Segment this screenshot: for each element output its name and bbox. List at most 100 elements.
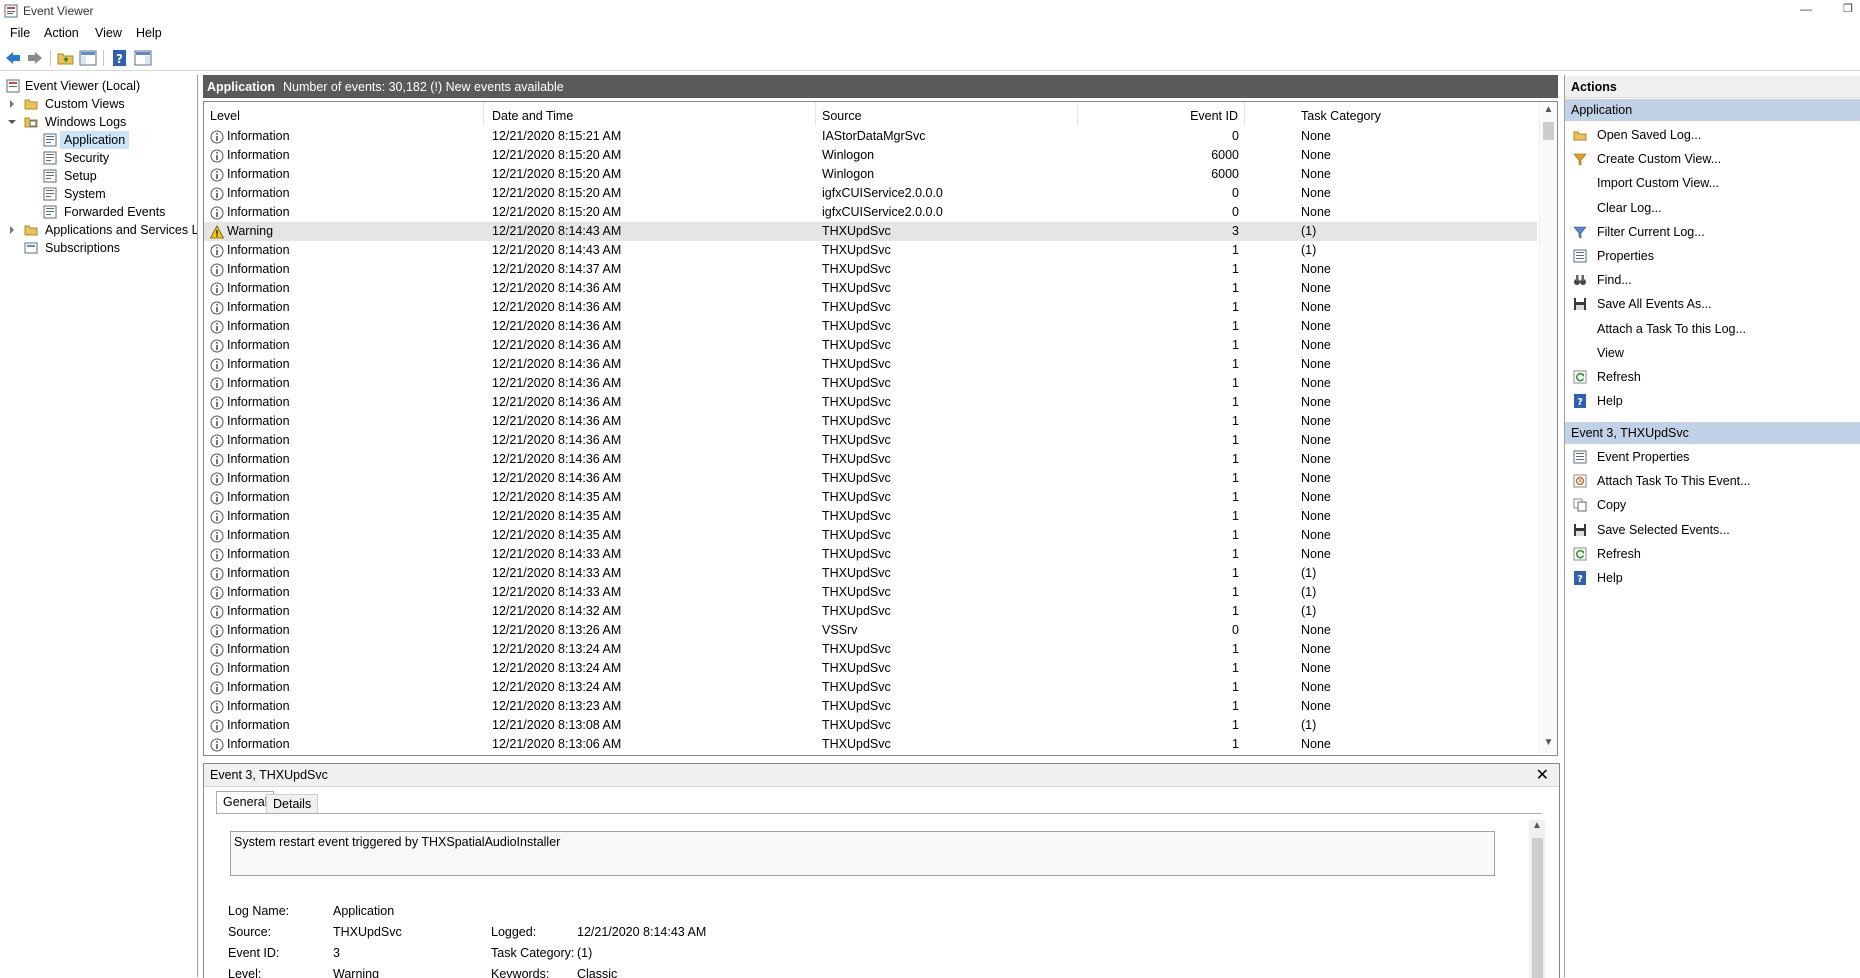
tree-item-security[interactable]: Security [0,149,197,167]
close-icon[interactable]: ✕ [1536,765,1549,785]
menu-view[interactable]: View [95,26,122,40]
tree-item-windows-logs[interactable]: Windows Logs [0,113,197,131]
restore-button[interactable]: ❐ [1838,2,1858,20]
action-view[interactable]: View [1565,343,1860,363]
scroll-down-icon[interactable]: ▼ [1542,737,1555,751]
action-create-custom-view[interactable]: Create Custom View... [1565,149,1860,169]
event-row[interactable]: Information 12/21/2020 8:14:37 AM THXUpdSv… [204,260,1537,279]
help-icon[interactable]: ? [111,49,129,67]
action-copy[interactable]: Copy [1565,495,1860,515]
back-arrow-icon[interactable] [4,49,22,67]
event-row[interactable]: Information 12/21/2020 8:13:08 AM THXUpdSv… [204,716,1537,735]
column-level[interactable]: Level [204,102,484,126]
action-attach-a-task-to-this-log[interactable]: Attach a Task To this Log... [1565,319,1860,339]
event-row[interactable]: Information 12/21/2020 8:14:32 AM THXUpdSv… [204,602,1537,621]
scroll-thumb[interactable] [1532,838,1543,978]
event-row[interactable]: Warning 12/21/2020 8:14:43 AM THXUpdSvc 3 (1… [204,222,1537,241]
tree-item-event-viewer-local[interactable]: Event Viewer (Local) [0,77,197,95]
event-row[interactable]: Information 12/21/2020 8:13:24 AM THXUpdSv… [204,640,1537,659]
action-filter-current-log[interactable]: Filter Current Log... [1565,222,1860,242]
actions-section-event[interactable]: Event 3, THXUpdSvc [1565,422,1860,444]
menu-help[interactable]: Help [136,26,162,40]
event-row[interactable]: Information 12/21/2020 8:13:26 AM VSSrv 0 No… [204,621,1537,640]
event-viewer-icon [6,79,20,93]
tree-item-system[interactable]: System [0,185,197,203]
action-help[interactable]: ? Help [1565,391,1860,411]
event-level: Information [227,528,290,542]
event-row[interactable]: Information 12/21/2020 8:15:20 AM igfxCUIS… [204,203,1537,222]
events-scrollbar[interactable]: ▲ ▼ [1539,102,1557,753]
tree-item-subscriptions[interactable]: Subscriptions [0,239,197,257]
event-row[interactable]: Information 12/21/2020 8:14:36 AM THXUpdSv… [204,279,1537,298]
event-row[interactable]: Information 12/21/2020 8:13:24 AM THXUpdSv… [204,659,1537,678]
event-date-time: 12/21/2020 8:14:37 AM [492,262,622,276]
tree-item-custom-views[interactable]: Custom Views [0,95,197,113]
event-row[interactable]: Information 12/21/2020 8:14:36 AM THXUpdSv… [204,374,1537,393]
actions-section-application[interactable]: Application [1565,99,1860,121]
action-properties[interactable]: Properties [1565,246,1860,266]
event-row[interactable]: Information 12/21/2020 8:15:20 AM Winlogon… [204,146,1537,165]
event-row[interactable]: Information 12/21/2020 8:14:35 AM THXUpdSv… [204,526,1537,545]
action-import-custom-view[interactable]: Import Custom View... [1565,173,1860,193]
event-task-category: (1) [1301,604,1317,618]
show-hide-action-pane-icon[interactable] [134,49,152,67]
action-refresh[interactable]: Refresh [1565,367,1860,387]
event-row[interactable]: Information 12/21/2020 8:14:36 AM THXUpdSv… [204,355,1537,374]
event-row[interactable]: Information 12/21/2020 8:15:20 AM igfxCUIS… [204,184,1537,203]
event-row[interactable]: Information 12/21/2020 8:14:43 AM THXUpdSv… [204,241,1537,260]
event-row[interactable]: Information 12/21/2020 8:14:36 AM THXUpdSv… [204,336,1537,355]
tab-details[interactable]: Details [266,794,319,814]
column-source[interactable]: Source [816,102,1078,126]
event-row[interactable]: Information 12/21/2020 8:14:35 AM THXUpdSv… [204,488,1537,507]
event-row[interactable]: Information 12/21/2020 8:15:21 AM IAStorDa… [204,127,1537,146]
event-row[interactable]: Information 12/21/2020 8:14:36 AM THXUpdSv… [204,317,1537,336]
column-task-category[interactable]: Task Category [1295,102,1537,126]
forward-arrow-icon[interactable] [26,49,44,67]
menu-file[interactable]: File [10,26,30,40]
event-row[interactable]: Information 12/21/2020 8:13:06 AM THXUpdSv… [204,735,1537,754]
event-row[interactable]: Information 12/21/2020 8:13:24 AM THXUpdSv… [204,678,1537,697]
action-attach-task-to-this-event[interactable]: Attach Task To This Event... [1565,471,1860,491]
event-level: Warning [227,224,274,238]
scroll-thumb[interactable] [1543,122,1554,140]
tree-item-application[interactable]: Application [0,131,197,149]
column-event-id[interactable]: Event ID [1078,102,1245,126]
event-row[interactable]: Information 12/21/2020 8:14:36 AM THXUpdSv… [204,412,1537,431]
event-row[interactable]: Information 12/21/2020 8:14:35 AM THXUpdSv… [204,507,1537,526]
event-row[interactable]: Information 12/21/2020 8:14:33 AM THXUpdSv… [204,545,1537,564]
action-find[interactable]: Find... [1565,270,1860,290]
action-save-selected-events[interactable]: Save Selected Events... [1565,520,1860,540]
menu-action[interactable]: Action [44,26,79,40]
action-event-properties[interactable]: Event Properties [1565,447,1860,467]
action-clear-log[interactable]: Clear Log... [1565,198,1860,218]
event-task-category: None [1301,262,1331,276]
folder-up-icon[interactable] [57,49,75,67]
action-save-all-events-as[interactable]: Save All Events As... [1565,294,1860,314]
column-date-time[interactable]: Date and Time [486,102,816,126]
tree-item-forwarded-events[interactable]: Forwarded Events [0,203,197,221]
action-open-saved-log[interactable]: Open Saved Log... [1565,125,1860,145]
event-row[interactable]: Information 12/21/2020 8:14:36 AM THXUpdSv… [204,431,1537,450]
detail-scrollbar[interactable]: ▲ [1529,820,1545,978]
tree-item-applications-and-services[interactable]: Applications and Services Lo [0,221,197,239]
event-row[interactable]: Information 12/21/2020 8:15:20 AM Winlogon… [204,165,1537,184]
event-row[interactable]: Information 12/21/2020 8:14:36 AM THXUpdSv… [204,450,1537,469]
event-source: THXUpdSvc [822,262,891,276]
event-row[interactable]: Information 12/21/2020 8:14:36 AM THXUpdSv… [204,469,1537,488]
event-row[interactable]: Information 12/21/2020 8:14:36 AM THXUpdSv… [204,393,1537,412]
action-help[interactable]: ? Help [1565,568,1860,588]
collapse-chevron-icon[interactable] [8,120,16,124]
event-row[interactable]: Information 12/21/2020 8:14:33 AM THXUpdSv… [204,583,1537,602]
expand-chevron-icon[interactable] [10,100,14,108]
tree-item-setup[interactable]: Setup [0,167,197,185]
scroll-up-icon[interactable]: ▲ [1542,104,1555,118]
event-row[interactable]: Information 12/21/2020 8:14:36 AM THXUpdSv… [204,298,1537,317]
event-row[interactable]: Information 12/21/2020 8:14:33 AM THXUpdSv… [204,564,1537,583]
scroll-up-icon[interactable]: ▲ [1531,820,1543,834]
action-refresh[interactable]: Refresh [1565,544,1860,564]
event-row[interactable]: Information 12/21/2020 8:13:23 AM THXUpdSv… [204,697,1537,716]
minimize-button[interactable]: — [1794,2,1818,20]
expand-chevron-icon[interactable] [10,226,14,234]
event-description[interactable]: System restart event triggered by THXSpa… [230,831,1495,876]
show-hide-tree-icon[interactable] [79,49,97,67]
